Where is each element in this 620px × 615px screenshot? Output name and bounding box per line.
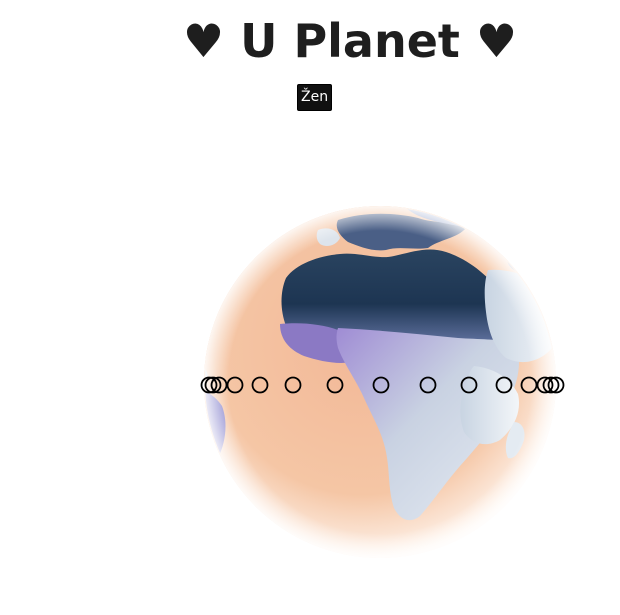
globe-map — [204, 206, 556, 558]
page: ♥ U Planet ♥ Žen — [0, 0, 620, 615]
page-title: ♥ U Planet ♥ — [182, 14, 518, 68]
zen-button[interactable]: Žen — [297, 84, 333, 111]
globe-rim — [204, 206, 556, 558]
globe[interactable] — [188, 190, 572, 574]
